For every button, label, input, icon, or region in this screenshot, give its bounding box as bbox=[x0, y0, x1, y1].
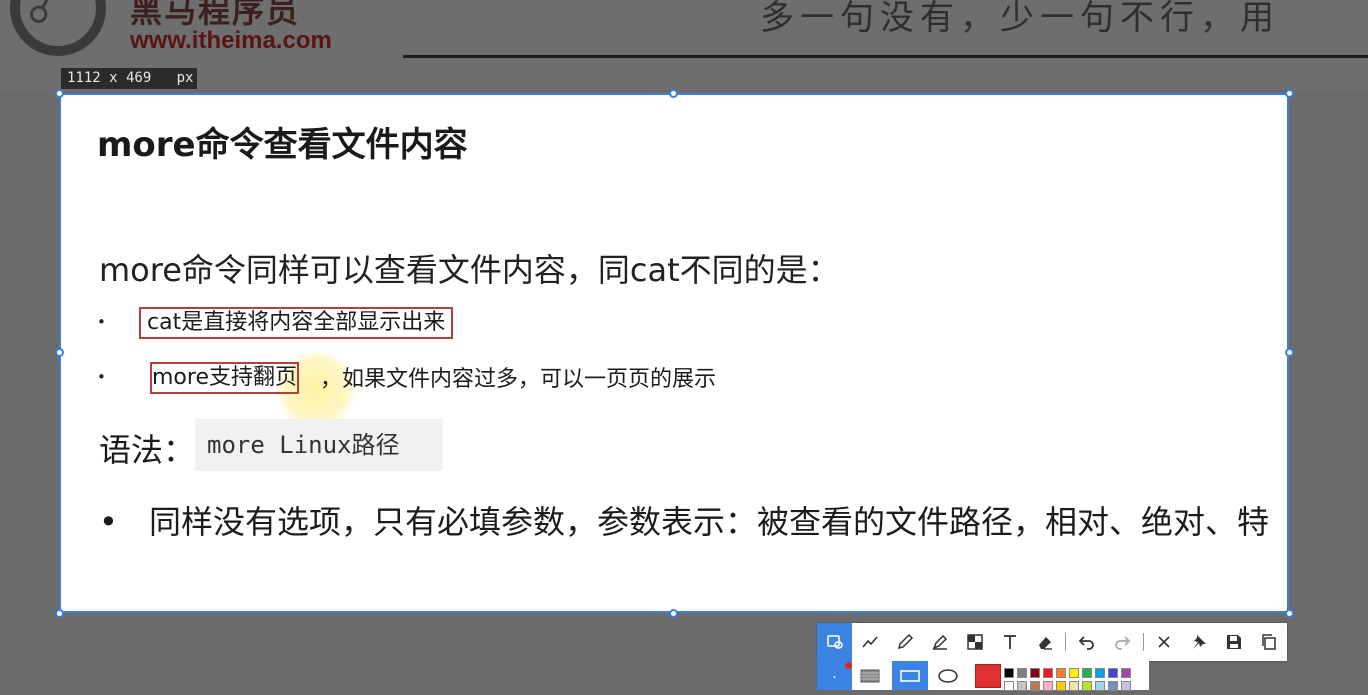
capture-size-label: 1112 x 469 px bbox=[61, 68, 197, 89]
bullet-more-text: ，如果文件内容过多，可以一页页的展示 bbox=[320, 367, 717, 392]
logo-horse-icon: ☌ bbox=[28, 0, 51, 32]
color-swatch[interactable] bbox=[1043, 668, 1053, 678]
resize-handle-bottom-right[interactable] bbox=[1285, 609, 1294, 618]
selected-color-swatch[interactable] bbox=[974, 661, 1002, 690]
eraser-icon[interactable] bbox=[1027, 623, 1062, 661]
resize-handle-left[interactable] bbox=[55, 348, 64, 357]
bullet-path-text: • 同样没有选项，只有必填参数，参数表示：被查看的文件路径，相对、绝对、特 bbox=[99, 497, 1269, 543]
selected-color-fill bbox=[975, 663, 1001, 688]
annotation-toolbar bbox=[817, 623, 1287, 661]
rectangle-select-icon[interactable] bbox=[817, 623, 852, 661]
intro-text: more命令同样可以查看文件内容，同cat不同的是： bbox=[99, 251, 840, 289]
color-swatch[interactable] bbox=[1030, 668, 1040, 678]
bullet-icon: • bbox=[99, 503, 118, 541]
syntax-label: 语法： bbox=[99, 431, 196, 469]
logo-url: www.itheima.com bbox=[130, 27, 332, 54]
marker-icon[interactable] bbox=[922, 623, 957, 661]
resize-handle-top-left[interactable] bbox=[55, 89, 64, 98]
annotation-options-bar: · bbox=[817, 661, 1149, 691]
recording-dot-icon bbox=[845, 662, 852, 669]
color-swatch[interactable] bbox=[1108, 668, 1118, 678]
bullet-cat-text: cat是直接将内容全部显示出来 bbox=[139, 307, 454, 339]
bullet-icon: • bbox=[97, 313, 106, 331]
mosaic-icon[interactable] bbox=[957, 623, 992, 661]
save-icon[interactable] bbox=[1216, 623, 1251, 661]
color-swatch[interactable] bbox=[1121, 668, 1131, 678]
color-swatch[interactable] bbox=[1056, 668, 1066, 678]
toolbar-divider bbox=[1065, 633, 1066, 651]
resize-handle-top[interactable] bbox=[669, 89, 678, 98]
bullet-icon: • bbox=[97, 368, 106, 386]
color-swatch[interactable] bbox=[1017, 668, 1027, 678]
ellipse-shape-icon[interactable] bbox=[930, 661, 966, 690]
capture-region[interactable]: more命令查看文件内容 more命令同样可以查看文件内容，同cat不同的是： … bbox=[59, 93, 1289, 613]
header-rule bbox=[403, 55, 1368, 58]
resize-handle-bottom-left[interactable] bbox=[55, 609, 64, 618]
pencil-icon[interactable] bbox=[887, 623, 922, 661]
color-swatch[interactable] bbox=[1004, 668, 1014, 678]
text-icon[interactable] bbox=[992, 623, 1027, 661]
bullet-path-label: 同样没有选项，只有必填参数，参数表示：被查看的文件路径，相对、绝对、特 bbox=[149, 503, 1270, 541]
resize-handle-top-right[interactable] bbox=[1285, 89, 1294, 98]
undo-icon[interactable] bbox=[1069, 623, 1104, 661]
fill-pattern-icon[interactable] bbox=[852, 661, 887, 690]
slogan-text: 多一句没有，少一句不行，用 bbox=[760, 0, 1280, 38]
background-slide-header: ☌ 黑马程序员 www.itheima.com 多一句没有，少一句不行，用 bbox=[0, 0, 1368, 90]
logo-circle-icon bbox=[10, 0, 106, 56]
close-icon[interactable] bbox=[1146, 623, 1181, 661]
toolbar-divider bbox=[1143, 633, 1144, 651]
rectangle-shape-icon[interactable] bbox=[892, 661, 928, 690]
color-swatch[interactable] bbox=[1069, 668, 1079, 678]
redo-icon[interactable] bbox=[1104, 623, 1139, 661]
syntax-code: more Linux路径 bbox=[195, 419, 443, 471]
polyline-icon[interactable] bbox=[852, 623, 887, 661]
pin-icon[interactable] bbox=[1181, 623, 1216, 661]
bullet-more-highlight: more支持翻页 bbox=[150, 362, 299, 394]
copy-icon[interactable] bbox=[1251, 623, 1286, 661]
resize-handle-right[interactable] bbox=[1285, 348, 1294, 357]
color-swatch[interactable] bbox=[1095, 668, 1105, 678]
slide-title: more命令查看文件内容 bbox=[97, 125, 468, 165]
resize-handle-bottom[interactable] bbox=[669, 609, 678, 618]
color-swatch[interactable] bbox=[1082, 668, 1092, 678]
